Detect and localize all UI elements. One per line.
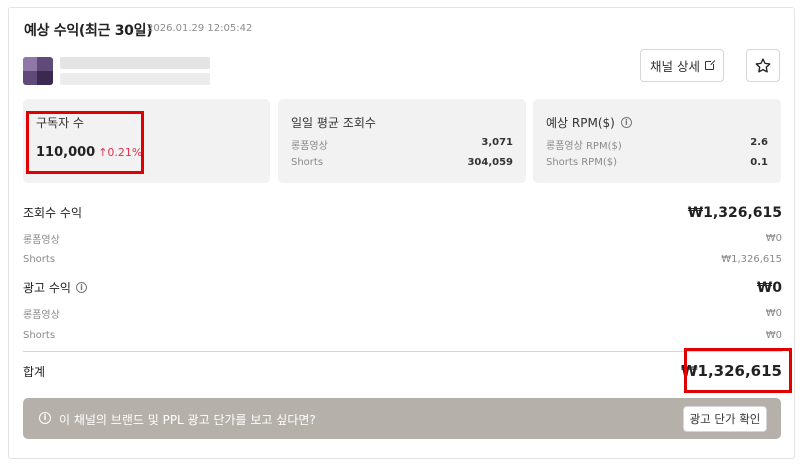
updated-timestamp: 2026.01.29 12:05:42: [147, 23, 253, 34]
rpm-row: 롱폼영상 RPM($) 2.6: [546, 137, 768, 152]
total-highlight-box: [684, 348, 792, 393]
subscribers-highlight-box: [26, 111, 144, 174]
daily-views-title: 일일 평균 조회수: [291, 116, 376, 130]
row-label: 롱폼영상: [23, 310, 60, 321]
ad-rate-promo-banner: i 이 채널의 브랜드 및 PPL 광고 단가를 보고 싶다면? 광고 단가 확…: [23, 398, 781, 439]
ad-revenue-row: 광고 수익 i ₩0: [23, 279, 782, 296]
rpm-row: Shorts RPM($) 0.1: [546, 157, 768, 168]
ad-revenue-subrow: Shorts ₩0: [23, 330, 782, 341]
view-revenue-subrow: 롱폼영상 ₩0: [23, 231, 782, 246]
favorite-button[interactable]: [746, 49, 780, 82]
row-value: 304,059: [467, 157, 513, 168]
daily-views-row: Shorts 304,059: [291, 157, 513, 168]
channel-meta-blurred: [60, 73, 210, 85]
row-value: ₩0: [765, 233, 782, 244]
row-value: 0.1: [750, 157, 768, 168]
channel-name-blurred: [60, 57, 210, 69]
daily-views-card: 일일 평균 조회수 롱폼영상 3,071 Shorts 304,059: [278, 99, 526, 183]
total-row: 합계 ₩1,326,615: [23, 362, 782, 380]
channel-detail-label: 채널 상세: [650, 59, 700, 74]
row-value: ₩0: [765, 308, 782, 319]
row-value: ₩0: [765, 330, 782, 341]
row-label: Shorts: [23, 330, 56, 341]
check-ad-rate-button[interactable]: 광고 단가 확인: [683, 406, 767, 432]
row-label: Shorts: [23, 254, 56, 265]
row-value: 3,071: [481, 137, 513, 148]
daily-views-row: 롱폼영상 3,071: [291, 137, 513, 152]
panel-title: 예상 수익(최근 30일): [24, 23, 153, 39]
info-icon[interactable]: i: [75, 282, 87, 293]
view-revenue-row: 조회수 수익 ₩1,326,615: [23, 204, 782, 221]
info-icon: i: [39, 412, 51, 424]
row-label: 롱폼영상: [23, 235, 60, 246]
row-label: 롱폼영상: [291, 141, 328, 152]
view-revenue-subrow: Shorts ₩1,326,615: [23, 254, 782, 265]
row-label: Shorts RPM($): [546, 157, 617, 168]
channel-detail-button[interactable]: 채널 상세: [640, 49, 724, 82]
external-link-icon: [704, 59, 716, 70]
total-divider: [23, 351, 782, 352]
promo-text: 이 채널의 브랜드 및 PPL 광고 단가를 보고 싶다면?: [59, 413, 316, 427]
star-icon: [755, 57, 771, 73]
row-label: Shorts: [291, 157, 324, 168]
ad-revenue-label: 광고 수익: [23, 281, 71, 295]
view-revenue-total: ₩1,326,615: [687, 204, 782, 221]
rpm-title: 예상 RPM($): [546, 116, 615, 130]
channel-avatar: [23, 57, 53, 85]
row-label: 롱폼영상 RPM($): [546, 141, 622, 152]
ad-revenue-total: ₩0: [756, 279, 782, 296]
info-icon[interactable]: i: [620, 117, 632, 128]
row-value: 2.6: [750, 137, 768, 148]
view-revenue-label: 조회수 수익: [23, 206, 83, 220]
row-value: ₩1,326,615: [721, 254, 782, 265]
ad-revenue-subrow: 롱폼영상 ₩0: [23, 306, 782, 321]
rpm-card: 예상 RPM($) i 롱폼영상 RPM($) 2.6 Shorts RPM($…: [533, 99, 781, 183]
total-label: 합계: [23, 364, 46, 379]
